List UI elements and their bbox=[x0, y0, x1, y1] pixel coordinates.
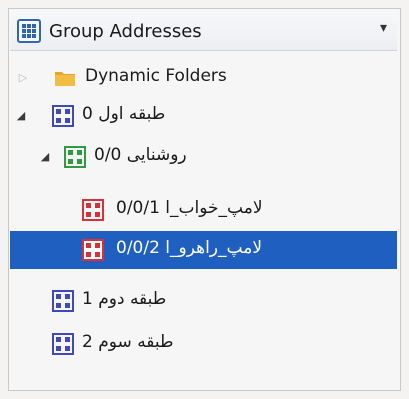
tree-item-label: Dynamic Folders bbox=[85, 66, 227, 86]
tree-item-bedroom-lamp[interactable]: لامپ_خواب_ا 0/0/1 bbox=[10, 191, 397, 229]
expand-arrow-icon[interactable]: ▷ bbox=[16, 71, 30, 85]
tree-item-floor-3[interactable]: طبقه سوم 2 bbox=[10, 325, 397, 363]
red-address-icon bbox=[82, 199, 104, 221]
tree-item-floor-1[interactable]: ◢ طبقه اول 0 bbox=[10, 97, 397, 135]
panel-title: Group Addresses bbox=[49, 21, 202, 42]
tree-item-floor-2[interactable]: طبقه دوم 1 bbox=[10, 282, 397, 320]
red-address-icon bbox=[82, 239, 104, 261]
folder-icon bbox=[54, 67, 76, 89]
panel-header[interactable]: Group Addresses ▾ bbox=[10, 11, 397, 51]
blue-group-icon bbox=[52, 333, 74, 355]
green-group-icon bbox=[64, 146, 86, 168]
collapse-arrow-icon[interactable]: ◢ bbox=[38, 150, 52, 164]
dropdown-arrow-icon[interactable]: ▾ bbox=[380, 20, 387, 36]
tree-item-label: طبقه دوم 1 bbox=[82, 289, 167, 309]
tree-item-label: طبقه اول 0 bbox=[82, 104, 166, 124]
collapse-arrow-icon[interactable]: ◢ bbox=[14, 109, 28, 123]
tree-item-dynamic-folders[interactable]: ▷ Dynamic Folders bbox=[10, 59, 397, 97]
tree-item-label: لامپ_راهرو_ا 0/0/2 bbox=[116, 238, 263, 258]
blue-group-icon bbox=[52, 290, 74, 312]
tree-item-label: لامپ_خواب_ا 0/0/1 bbox=[116, 198, 263, 218]
tree-item-label: روشنایی 0/0 bbox=[94, 145, 187, 165]
tree-item-label: طبقه سوم 2 bbox=[82, 332, 174, 352]
tree-item-lighting[interactable]: ◢ روشنایی 0/0 bbox=[10, 138, 397, 176]
tree-item-hallway-lamp[interactable]: لامپ_راهرو_ا 0/0/2 bbox=[10, 231, 397, 269]
group-addresses-icon bbox=[17, 19, 41, 43]
blue-group-icon bbox=[52, 105, 74, 127]
